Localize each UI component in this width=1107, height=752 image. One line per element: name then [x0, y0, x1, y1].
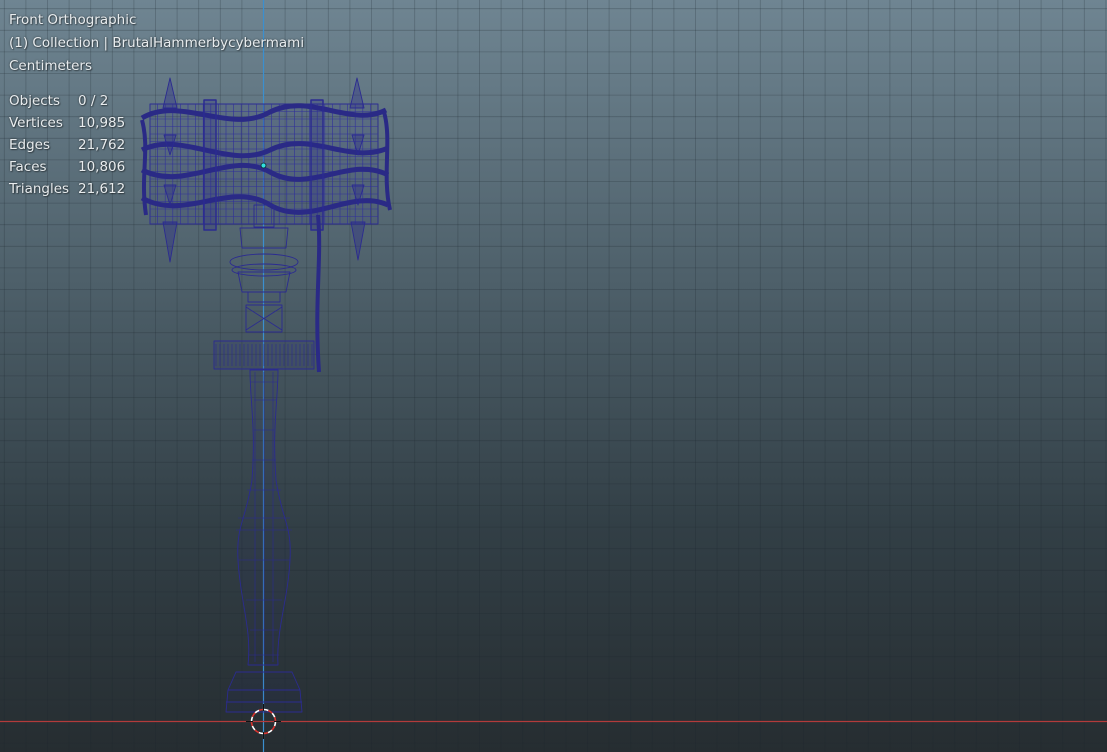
units-label: Centimeters — [9, 58, 92, 74]
stat-label: Vertices — [9, 115, 63, 131]
stat-value: 21,762 — [78, 137, 126, 153]
collection-label: (1) Collection | BrutalHammerbycybermami — [9, 35, 305, 51]
scene-statistics: Objects 0 / 2 Vertices 10,985 Edges 21,7… — [9, 90, 304, 200]
stat-label: Edges — [9, 137, 51, 153]
stat-row-faces: Faces 10,806 — [9, 156, 304, 178]
stat-value: 21,612 — [78, 181, 126, 197]
stat-value: 10,985 — [78, 115, 126, 131]
3d-viewport[interactable]: Front Orthographic (1) Collection | Brut… — [0, 0, 1107, 752]
stat-row-objects: Objects 0 / 2 — [9, 90, 304, 112]
stat-row-vertices: Vertices 10,985 — [9, 112, 304, 134]
stat-value: 10,806 — [78, 159, 126, 175]
stat-row-edges: Edges 21,762 — [9, 134, 304, 156]
stat-value: 0 / 2 — [78, 93, 109, 109]
stat-label: Triangles — [9, 181, 70, 197]
view-name-label: Front Orthographic — [9, 12, 137, 28]
hanging-chain[interactable] — [315, 214, 322, 373]
hammer-handle[interactable] — [225, 369, 303, 713]
stat-label: Objects — [9, 93, 61, 109]
stat-label: Faces — [9, 159, 47, 175]
viewport-text-overlay: Front Orthographic (1) Collection | Brut… — [9, 9, 304, 200]
stat-row-triangles: Triangles 21,612 — [9, 178, 304, 200]
